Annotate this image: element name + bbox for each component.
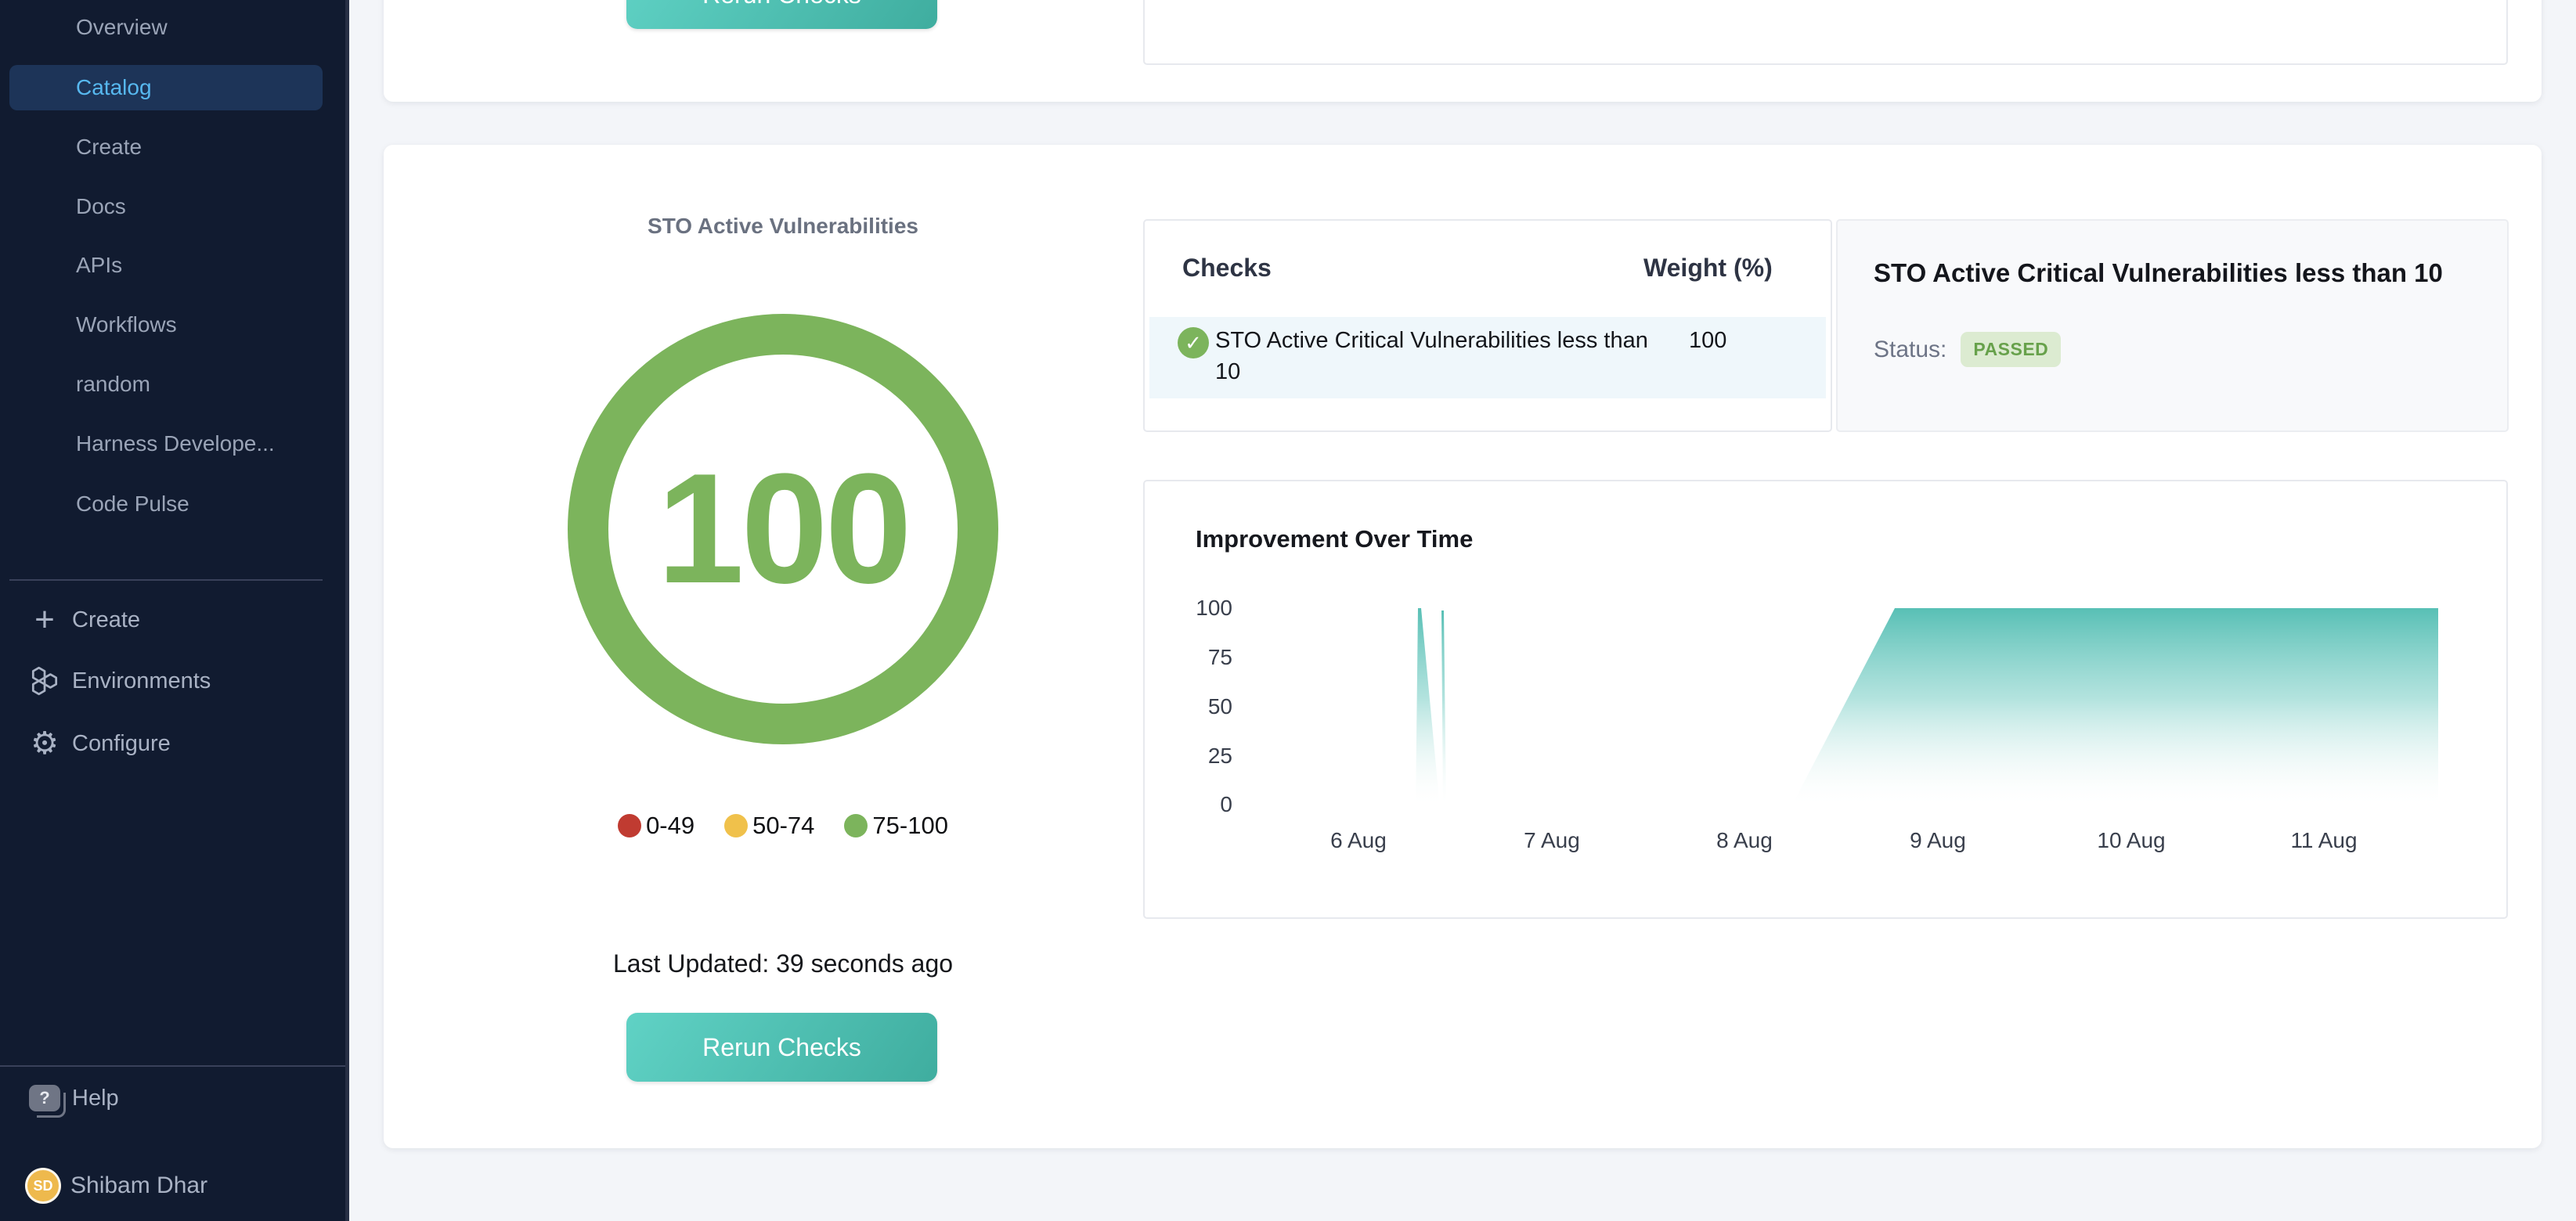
sidebar-item-label: Overview [76, 15, 168, 40]
check-weight-value: 100 [1689, 328, 1726, 354]
scorecard-card: STO Active Vulnerabilities 100 0-49 50-7… [384, 145, 2542, 1148]
legend-label: 50-74 [752, 812, 814, 840]
checks-table-card: Checks Weight (%) STO Active Critical Vu… [1143, 219, 1832, 432]
user-name: Shibam Dhar [70, 1172, 207, 1199]
sidebar-item-docs[interactable]: Docs [9, 184, 323, 229]
score-legend: 0-49 50-74 75-100 [384, 812, 1182, 840]
avatar: SD [23, 1168, 63, 1204]
status-badge: PASSED [1961, 332, 2061, 367]
y-tick: 0 [1170, 792, 1232, 817]
x-tick: 11 Aug [2290, 828, 2357, 853]
checks-column-header: Checks [1182, 254, 1272, 283]
score-gauge: 100 [568, 314, 998, 744]
sidebar-item-harness-developer[interactable]: Harness Develope... [9, 421, 323, 466]
sidebar-item-label: Code Pulse [76, 492, 189, 517]
avatar-initials: SD [33, 1178, 52, 1194]
sidebar-item-label: random [76, 372, 150, 397]
previous-scorecard-card: Rerun Checks [384, 0, 2542, 102]
status-label: Status: [1874, 337, 1946, 363]
sidebar-divider [9, 579, 323, 581]
sidebar-divider [0, 1065, 345, 1067]
sidebar-item-label: Workflows [76, 312, 177, 337]
y-tick: 100 [1170, 596, 1232, 621]
check-circle-icon [1178, 327, 1209, 358]
y-tick: 50 [1170, 694, 1232, 719]
area-spike-2 [1441, 610, 1446, 808]
improvement-chart-plot [1247, 592, 2499, 827]
legend-label: 0-49 [646, 812, 695, 840]
rerun-checks-button[interactable]: Rerun Checks [626, 1013, 937, 1082]
weight-column-header: Weight (%) [1643, 254, 1773, 283]
check-detail-panel: STO Active Critical Vulnerabilities less… [1836, 219, 2509, 432]
y-tick: 75 [1170, 645, 1232, 670]
app-root: Overview Catalog Create Docs APIs Workfl… [0, 0, 2576, 1221]
sidebar-item-apis[interactable]: APIs [9, 243, 323, 288]
rerun-checks-button-partial[interactable]: Rerun Checks [626, 0, 937, 29]
legend-item-high: 75-100 [844, 812, 948, 840]
last-updated-text: Last Updated: 39 seconds ago [384, 949, 1182, 978]
sidebar-item-label: Catalog [76, 75, 152, 100]
gear-icon [27, 728, 63, 759]
hexagons-icon [27, 665, 63, 697]
sidebar-item-code-pulse[interactable]: Code Pulse [9, 481, 323, 527]
legend-label: 75-100 [872, 812, 948, 840]
sidebar-item-random[interactable]: random [9, 362, 323, 407]
sidebar-item-workflows[interactable]: Workflows [9, 302, 323, 348]
x-tick: 9 Aug [1910, 828, 1966, 853]
chart-title: Improvement Over Time [1196, 525, 1473, 553]
legend-item-low: 0-49 [618, 812, 695, 840]
sidebar-action-create[interactable]: Create [0, 597, 345, 643]
help-button[interactable]: Help [0, 1075, 345, 1121]
sidebar-item-label: Harness Develope... [76, 431, 275, 456]
x-tick: 6 Aug [1330, 828, 1387, 853]
legend-dot-green [844, 814, 868, 837]
plus-icon [27, 603, 63, 637]
help-chat-icon [27, 1085, 63, 1111]
check-name: STO Active Critical Vulnerabilities less… [1215, 325, 1669, 387]
sidebar: Overview Catalog Create Docs APIs Workfl… [0, 0, 349, 1221]
sidebar-item-create[interactable]: Create [9, 124, 323, 170]
sidebar-action-label: Environments [72, 668, 211, 694]
check-detail-title: STO Active Critical Vulnerabilities less… [1874, 258, 2484, 288]
previous-chart-card [1143, 0, 2508, 65]
legend-dot-red [618, 814, 641, 837]
sidebar-item-label: Docs [76, 194, 126, 219]
user-menu[interactable]: SD Shibam Dhar [0, 1163, 345, 1208]
scorecard-title: STO Active Vulnerabilities [384, 214, 1182, 239]
improvement-chart-card: Improvement Over Time 100 75 50 25 0 6 A… [1143, 480, 2508, 919]
sidebar-item-catalog[interactable]: Catalog [9, 65, 323, 110]
score-value: 100 [657, 439, 909, 619]
sidebar-action-environments[interactable]: Environments [0, 658, 345, 704]
sidebar-item-label: APIs [76, 253, 122, 278]
check-table-row[interactable]: STO Active Critical Vulnerabilities less… [1149, 317, 1826, 398]
legend-item-mid: 50-74 [724, 812, 814, 840]
x-tick: 8 Aug [1716, 828, 1773, 853]
sidebar-action-label: Create [72, 607, 140, 633]
help-label: Help [72, 1086, 119, 1111]
sidebar-action-label: Configure [72, 731, 171, 757]
legend-dot-yellow [724, 814, 748, 837]
area-main [1791, 608, 2438, 808]
status-row: Status: PASSED [1874, 332, 2061, 367]
area-spike-1 [1416, 608, 1440, 808]
x-tick: 10 Aug [2097, 828, 2165, 853]
y-tick: 25 [1170, 744, 1232, 769]
sidebar-action-configure[interactable]: Configure [0, 721, 345, 766]
x-tick: 7 Aug [1524, 828, 1580, 853]
sidebar-item-overview[interactable]: Overview [9, 5, 323, 50]
sidebar-item-label: Create [76, 135, 142, 160]
